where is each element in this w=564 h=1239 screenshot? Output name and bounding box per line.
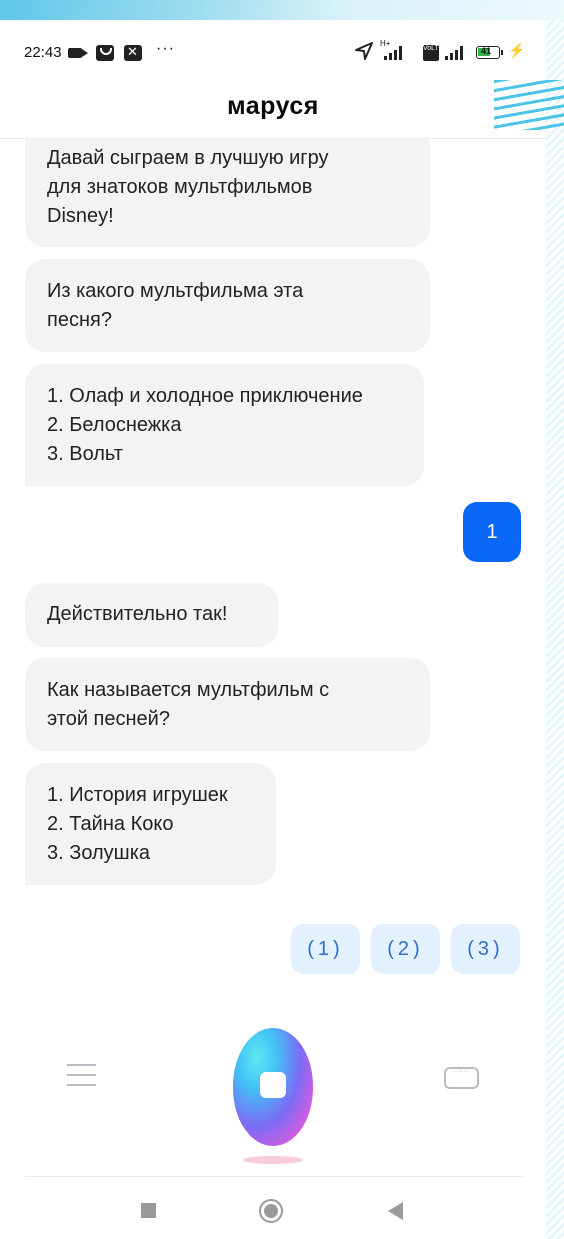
recent-apps-icon[interactable]	[141, 1203, 156, 1218]
app-title: маруся	[227, 92, 319, 120]
quick-reply-3[interactable]: (3)	[451, 924, 520, 974]
assistant-message: Действительно так!	[25, 583, 278, 647]
status-time: 22:43	[24, 44, 62, 61]
keyboard-icon[interactable]	[444, 1066, 479, 1089]
signal-strength-icon	[384, 46, 402, 60]
charging-icon: ⚡	[508, 42, 526, 58]
notification-app-icon	[96, 45, 114, 61]
more-notifications-icon: ···	[156, 40, 175, 57]
assistant-message: 1. История игрушек 2. Тайна Коко 3. Золу…	[25, 763, 276, 885]
back-icon[interactable]	[388, 1202, 403, 1220]
quick-reply-2[interactable]: (2)	[371, 924, 440, 974]
battery-level: 41	[481, 46, 492, 56]
battery-icon: 41	[476, 46, 503, 59]
video-call-icon	[68, 48, 88, 58]
orb-shadow	[243, 1156, 303, 1164]
bottom-divider	[25, 1176, 523, 1177]
phone-screen: 22:43 ··· H+ VoLTE 41 ⚡ маруся Давай сыг…	[0, 20, 546, 1239]
hamburger-icon[interactable]	[67, 1064, 96, 1086]
assistant-message: Из какого мультфильма эта песня?	[25, 259, 430, 352]
stop-icon	[260, 1072, 286, 1098]
slide-decoration-stripes	[494, 80, 564, 130]
voice-assistant-button[interactable]	[233, 1028, 313, 1146]
volte-icon: VoLTE	[423, 45, 444, 61]
signal-strength-icon-2	[445, 46, 463, 60]
slide-decoration-right	[544, 20, 564, 1239]
status-bar: 22:43 ··· H+ VoLTE 41 ⚡	[0, 20, 546, 90]
user-message: 1	[463, 502, 521, 562]
notification-app-icon-2	[124, 44, 142, 61]
assistant-message: Как называется мультфильм с этой песней?	[25, 658, 430, 751]
home-icon[interactable]	[259, 1199, 283, 1223]
assistant-message: Давай сыграем в лучшую игру для знатоков…	[25, 139, 430, 247]
quick-reply-1[interactable]: (1)	[291, 924, 360, 974]
assistant-message: 1. Олаф и холодное приключение 2. Белосн…	[25, 364, 424, 486]
